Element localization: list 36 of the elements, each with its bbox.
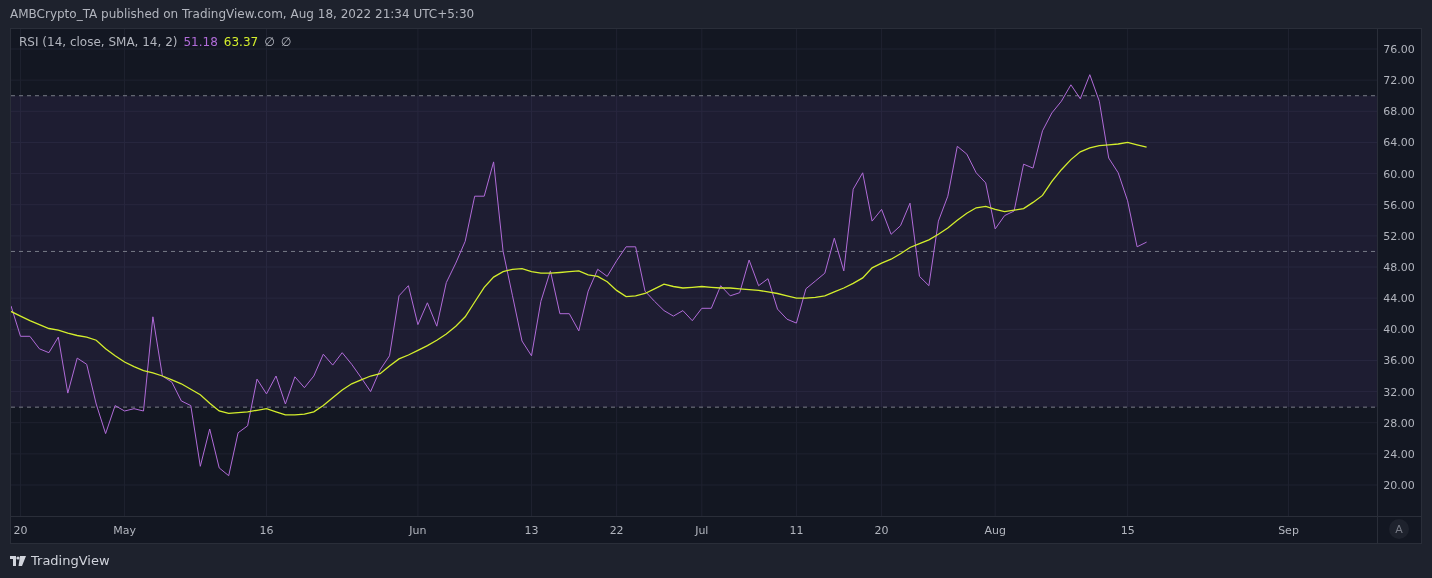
axis-label: 20 <box>13 524 28 537</box>
empty-value: ∅ <box>264 35 275 49</box>
indicator-value: 63.37 <box>223 35 259 49</box>
auto-scale-button[interactable]: A <box>1389 519 1409 539</box>
axis-label: 32.00 <box>1383 385 1415 399</box>
axis-label: 52.00 <box>1383 229 1415 243</box>
axis-label: Sep <box>1278 524 1299 537</box>
axis-label: 13 <box>524 524 539 537</box>
axis-label: 76.00 <box>1383 43 1415 56</box>
axis-label: 40.00 <box>1383 323 1415 337</box>
axis-label: 68.00 <box>1383 105 1415 119</box>
axis-label: 28.00 <box>1383 416 1415 430</box>
axis-label: 48.00 <box>1383 261 1415 274</box>
axis-label: Aug <box>984 524 1006 537</box>
axis-label: 22 <box>609 524 624 537</box>
publish-info: AMBCrypto_TA published on TradingView.com, Aug 18, 2022 21:34 UTC+5:30 <box>10 7 475 21</box>
axis-label: 64.00 <box>1383 136 1415 150</box>
axis-label: 20 <box>874 524 889 537</box>
indicator-value: 51.18 <box>183 35 218 49</box>
axis-label: 44.00 <box>1383 292 1415 306</box>
axis-label: 36.00 <box>1383 354 1415 368</box>
brand-name: TradingView <box>31 553 110 568</box>
axis-label: 60.00 <box>1383 167 1415 181</box>
axis-label: May <box>113 524 136 537</box>
axis-label: 15 <box>1120 524 1135 537</box>
axis-label: 24.00 <box>1383 447 1415 461</box>
axis-label: 56.00 <box>1383 198 1415 212</box>
axis-label: Jun <box>409 524 427 537</box>
logo-icon <box>10 555 26 566</box>
empty-value: ∅ <box>280 35 292 49</box>
axis-label: 72.00 <box>1383 74 1415 88</box>
axis-label: Jul <box>695 524 709 537</box>
indicator-name: RSI (14, close, SMA, 14, 2) <box>19 35 178 49</box>
axis-label: 16 <box>259 524 274 537</box>
axis-label: 11 <box>789 524 804 537</box>
axis-label: 20.00 <box>1383 479 1415 492</box>
